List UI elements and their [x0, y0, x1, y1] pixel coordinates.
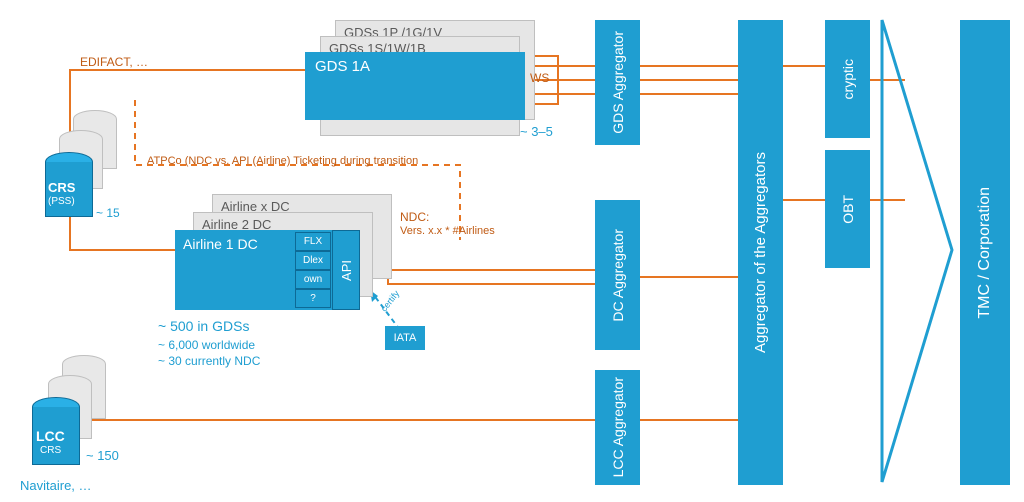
- airline-sub-own: own: [295, 270, 331, 289]
- airline-sub-q: ?: [295, 289, 331, 308]
- ndc-label-1: NDC:: [400, 210, 429, 224]
- gds-aggregator-box: GDS Aggregator: [595, 20, 640, 145]
- agg-of-agg-box: Aggregator of the Aggregators: [738, 20, 783, 485]
- atpco-note: ATPCo (NDC vs. API (Airline) Ticketing d…: [147, 155, 418, 167]
- dc-aggregator-label: DC Aggregator: [610, 229, 626, 322]
- obt-box: OBT: [825, 150, 870, 268]
- airline-sub-flx: FLX: [295, 232, 331, 251]
- crs-subtitle: (PSS): [48, 196, 75, 207]
- lcc-aggregator-box: LCC Aggregator: [595, 370, 640, 485]
- gds-ws-label: WS: [530, 71, 549, 85]
- obt-label: OBT: [840, 195, 856, 224]
- airline-api-label: API: [339, 260, 354, 281]
- edifact-label: EDIFACT, …: [80, 55, 148, 69]
- iata-certify-label: certify: [379, 288, 402, 313]
- lcc-footer: Navitaire, …: [20, 478, 92, 493]
- lcc-title: LCC: [36, 428, 65, 444]
- iata-box: IATA: [385, 326, 425, 350]
- ndc-label-2: Vers. x.x * #Airlines: [400, 225, 495, 237]
- lcc-count: ~ 150: [86, 448, 119, 463]
- cryptic-box: cryptic: [825, 20, 870, 138]
- crs-count: ~ 15: [96, 206, 120, 220]
- gds-aggregator-label: GDS Aggregator: [610, 31, 626, 134]
- cryptic-label: cryptic: [840, 59, 856, 99]
- tmc-label: TMC / Corporation: [976, 187, 994, 319]
- airline-stats-3: ~ 30 currently NDC: [158, 354, 260, 368]
- gds-stack-front: GDS 1A: [305, 52, 525, 120]
- airline-stats-1: ~ 500 in GDSs: [158, 318, 249, 334]
- lcc-sub: CRS: [40, 445, 61, 456]
- crs-title: CRS: [48, 180, 75, 195]
- agg-of-agg-label: Aggregator of the Aggregators: [752, 152, 769, 353]
- tmc-box: TMC / Corporation: [960, 20, 1010, 485]
- lcc-aggregator-label: LCC Aggregator: [610, 377, 626, 477]
- airline-sub-dlex: Dlex: [295, 251, 331, 270]
- airline-stats-2: ~ 6,000 worldwide: [158, 338, 255, 352]
- gds-count: ~ 3–5: [520, 124, 553, 139]
- diagram-canvas: EDIFACT, … CRS (PSS) ~ 15 GDSs 1P /1G/1V…: [0, 0, 1024, 502]
- airline-api-box: API: [332, 230, 360, 310]
- dc-aggregator-box: DC Aggregator: [595, 200, 640, 350]
